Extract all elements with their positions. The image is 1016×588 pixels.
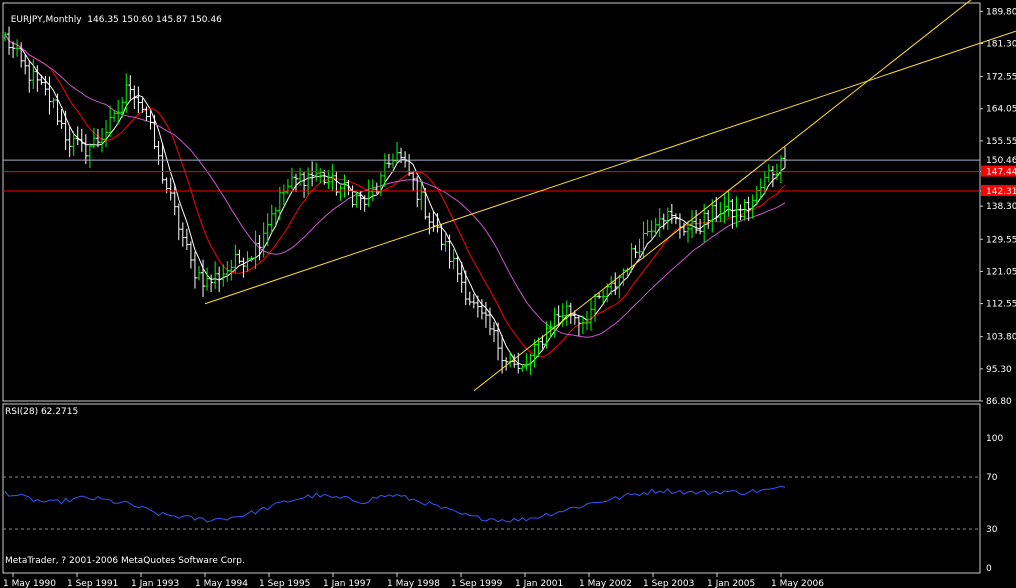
y-tick-label: 86.80 <box>986 397 1012 407</box>
ohlc-values: 146.35 150.60 145.87 150.46 <box>87 15 222 25</box>
rsi-y-tick-label: 100 <box>986 434 1003 444</box>
fast-ma-line <box>4 33 786 366</box>
y-tick-label: 172.55 <box>986 73 1016 83</box>
y-tick-label: 155.55 <box>986 137 1016 147</box>
x-tick-label: 1 Sep 1999 <box>451 579 503 588</box>
y-tick-label: 103.80 <box>986 333 1016 343</box>
last-price-label: 150.46 <box>986 156 1016 166</box>
x-tick-label: 1 Jan 1997 <box>323 579 371 588</box>
x-tick-label: 1 May 1998 <box>387 579 440 588</box>
x-tick-label: 1 Jan 2001 <box>515 579 563 588</box>
x-tick-label: 1 May 2002 <box>579 579 632 588</box>
chart-canvas: 189.80 181.30 172.55 164.05 155.55 147.44 142.… <box>2 0 1016 588</box>
trendline-1 <box>204 30 1016 305</box>
copyright-text: MetaTrader, ? 2001-2006 MetaQuotes Softw… <box>5 556 245 566</box>
y-tick-label: 138.30 <box>986 202 1016 212</box>
rsi-plot-border <box>2 403 981 574</box>
rsi-y-tick-label: 70 <box>986 473 998 483</box>
x-tick-label: 1 May 1990 <box>3 579 56 588</box>
y-tick-label: 129.55 <box>986 235 1016 245</box>
y-tick-label: 112.55 <box>986 300 1016 310</box>
x-tick-label: 1 Sep 2003 <box>643 579 694 588</box>
rsi-title: RSI(28) 62.2715 <box>5 407 79 417</box>
rsi-y-tick-label: 0 <box>986 564 992 574</box>
y-tick-label: 95.30 <box>986 365 1012 375</box>
symbol-period: EURJPY,Monthly <box>10 15 82 25</box>
x-tick-label: 1 Jan 2005 <box>707 579 755 588</box>
slow-ma-line <box>4 33 786 338</box>
mid-ma-line <box>4 33 786 358</box>
x-tick-label: 1 Sep 1995 <box>259 579 310 588</box>
h2-price-label: 142.31 <box>986 187 1016 197</box>
x-tick-label: 1 May 2006 <box>771 579 824 588</box>
y-tick-label: 189.80 <box>986 7 1016 17</box>
y-tick-label: 181.30 <box>986 39 1016 49</box>
h1-price-label: 147.44 <box>986 168 1016 178</box>
x-tick-label: 1 May 1994 <box>195 579 248 588</box>
chart-title: EURJPY,Monthly 146.35 150.60 145.87 150.… <box>5 4 222 26</box>
x-tick-label: 1 Sep 1991 <box>67 579 118 588</box>
rsi-y-tick-label: 30 <box>986 525 998 535</box>
x-tick-label: 1 Jan 1993 <box>131 579 179 588</box>
main-plot-border <box>2 2 981 402</box>
y-tick-label: 164.05 <box>986 105 1016 115</box>
y-tick-label: 121.05 <box>986 267 1016 277</box>
rsi-line <box>4 485 786 523</box>
